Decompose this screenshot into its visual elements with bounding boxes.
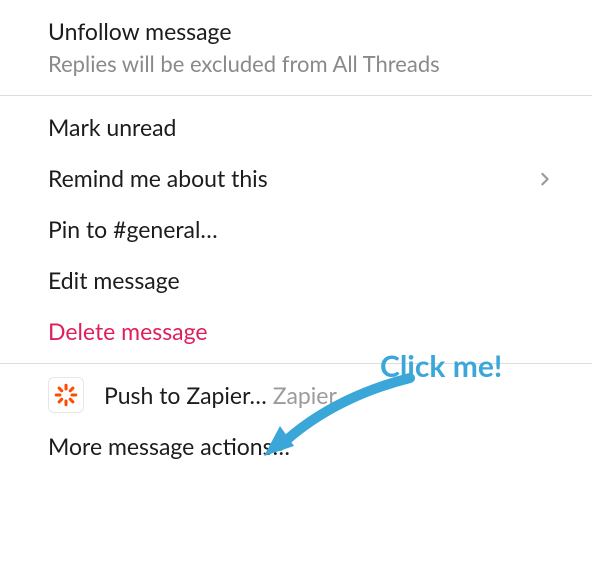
- mark-unread-label: Mark unread: [48, 113, 176, 141]
- remind-me-item[interactable]: Remind me about this: [0, 153, 592, 204]
- unfollow-message-subtitle: Replies will be excluded from All Thread…: [48, 49, 544, 79]
- zapier-icon: [48, 377, 84, 413]
- menu-section-1: Unfollow message Replies will be exclude…: [0, 0, 592, 95]
- push-to-zapier-label: Push to Zapier…: [104, 381, 267, 409]
- delete-message-item[interactable]: Delete message: [0, 306, 592, 357]
- push-to-zapier-item[interactable]: Push to Zapier… Zapier: [0, 370, 592, 421]
- pin-to-channel-item[interactable]: Pin to #general…: [0, 204, 592, 255]
- edit-message-item[interactable]: Edit message: [0, 255, 592, 306]
- more-message-actions-item[interactable]: More message actions…: [0, 421, 592, 472]
- message-actions-menu: Unfollow message Replies will be exclude…: [0, 0, 592, 478]
- chevron-right-icon: [538, 163, 552, 193]
- edit-message-label: Edit message: [48, 266, 180, 294]
- unfollow-message-item[interactable]: Unfollow message Replies will be exclude…: [0, 6, 592, 89]
- unfollow-message-label: Unfollow message: [48, 17, 231, 45]
- more-message-actions-label: More message actions…: [48, 432, 290, 460]
- menu-section-3: Push to Zapier… Zapier More message acti…: [0, 364, 592, 478]
- remind-me-label: Remind me about this: [48, 164, 268, 192]
- menu-section-2: Mark unread Remind me about this Pin to …: [0, 96, 592, 363]
- pin-to-channel-label: Pin to #general…: [48, 215, 218, 243]
- mark-unread-item[interactable]: Mark unread: [0, 102, 592, 153]
- delete-message-label: Delete message: [48, 317, 208, 345]
- push-to-zapier-app-name: Zapier: [273, 381, 337, 409]
